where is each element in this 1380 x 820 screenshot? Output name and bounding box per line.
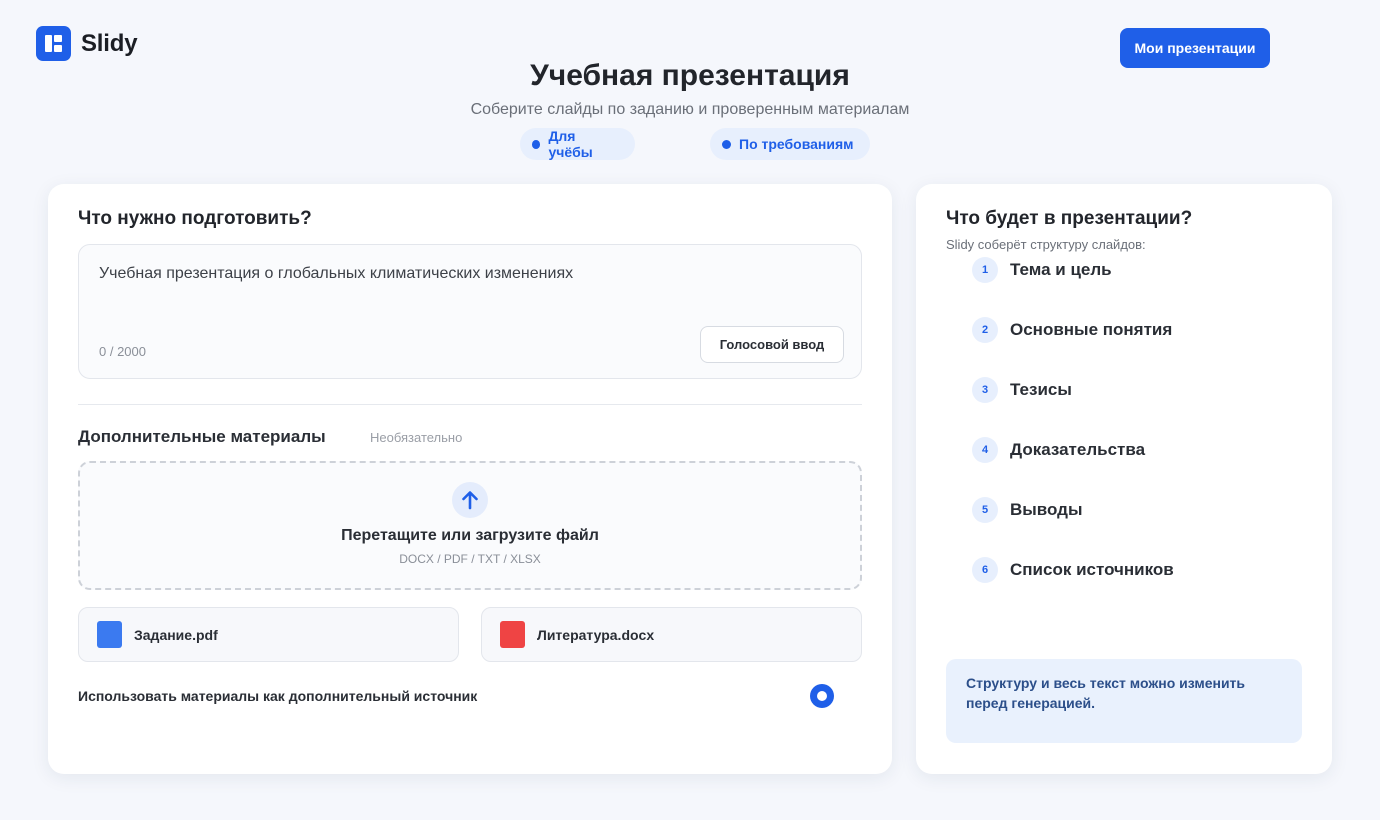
step-item: 3 Тезисы bbox=[972, 377, 1072, 403]
chip-study: Для учёбы bbox=[520, 128, 635, 160]
step-item: 6 Список источников bbox=[972, 557, 1174, 583]
structure-heading: Что будет в презентации? bbox=[946, 208, 1193, 229]
step-number: 3 bbox=[972, 377, 998, 403]
step-item: 4 Доказательства bbox=[972, 437, 1145, 463]
dot-icon bbox=[722, 139, 731, 149]
step-item: 5 Выводы bbox=[972, 497, 1083, 523]
drop-formats: DOCX / PDF / TXT / XLSX bbox=[399, 552, 541, 566]
file-dropzone[interactable]: Перетащите или загрузите файл DOCX / PDF… bbox=[78, 461, 862, 590]
optional-label: Необязательно bbox=[370, 430, 463, 445]
upload-arrow-icon bbox=[452, 482, 488, 518]
edit-note: Структуру и весь текст можно изменить пе… bbox=[946, 659, 1302, 743]
pdf-file-icon bbox=[97, 621, 122, 648]
chip-label: Для учёбы bbox=[548, 128, 593, 160]
step-label: Основные понятия bbox=[1010, 320, 1173, 339]
char-counter: 0 / 2000 bbox=[99, 344, 146, 359]
voice-input-button[interactable]: Голосовой ввод bbox=[700, 326, 844, 363]
page-title: Учебная презентация bbox=[530, 59, 850, 92]
step-number: 6 bbox=[972, 557, 998, 583]
materials-heading: Дополнительные материалы bbox=[78, 427, 326, 446]
chip-label: По требованиям bbox=[739, 136, 854, 152]
page: Slidy Мои презентации Учебная презентаци… bbox=[0, 0, 1380, 820]
structure-subheading: Slidy соберёт структуру слайдов: bbox=[946, 237, 1146, 252]
divider bbox=[78, 404, 862, 405]
chip-requirements: По требованиям bbox=[710, 128, 870, 160]
step-item: 1 Тема и цель bbox=[972, 257, 1112, 283]
structure-card: Что будет в презентации? Slidy соберёт с… bbox=[916, 184, 1332, 774]
use-materials-radio[interactable] bbox=[810, 684, 834, 708]
prompt-textarea[interactable]: Учебная презентация о глобальных климати… bbox=[78, 244, 862, 379]
prepare-heading: Что нужно подготовить? bbox=[78, 208, 312, 229]
file-item-assignment[interactable]: Задание.pdf bbox=[78, 607, 459, 662]
drop-text: Перетащите или загрузите файл bbox=[341, 527, 599, 544]
file-name: Задание.pdf bbox=[134, 626, 218, 643]
app-logo[interactable]: Slidy bbox=[36, 26, 138, 61]
step-item: 2 Основные понятия bbox=[972, 317, 1172, 343]
step-label: Выводы bbox=[1010, 500, 1083, 519]
step-label: Доказательства bbox=[1010, 440, 1146, 459]
app-name: Slidy bbox=[81, 29, 138, 57]
step-label: Список источников bbox=[1010, 560, 1174, 579]
file-item-literature[interactable]: Литература.docx bbox=[481, 607, 862, 662]
dot-icon bbox=[532, 139, 541, 149]
step-number: 4 bbox=[972, 437, 998, 463]
docx-file-icon bbox=[500, 621, 525, 648]
use-materials-label: Использовать материалы как дополнительны… bbox=[78, 688, 478, 704]
step-number: 1 bbox=[972, 257, 998, 283]
page-subtitle: Соберите слайды по заданию и проверенным… bbox=[470, 101, 910, 118]
prompt-value: Учебная презентация о глобальных климати… bbox=[99, 265, 574, 282]
step-number: 5 bbox=[972, 497, 998, 523]
step-number: 2 bbox=[972, 317, 998, 343]
prepare-card: Что нужно подготовить? Учебная презентац… bbox=[48, 184, 892, 774]
logo-icon bbox=[36, 26, 71, 61]
file-name: Литература.docx bbox=[537, 626, 655, 643]
step-label: Тезисы bbox=[1010, 380, 1072, 399]
step-label: Тема и цель bbox=[1010, 260, 1112, 279]
